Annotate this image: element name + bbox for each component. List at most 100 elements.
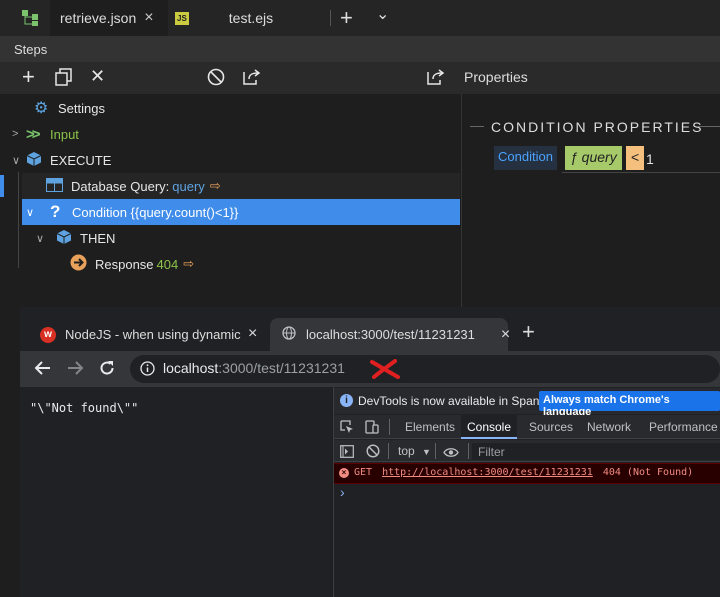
js-file-icon: JS: [175, 11, 189, 25]
condition-properties-title: CONDITION PROPERTIES: [491, 119, 704, 135]
forward-button[interactable]: [66, 359, 84, 382]
tab-network[interactable]: Network: [587, 415, 631, 439]
error-method: GET: [354, 467, 373, 478]
clear-console-icon[interactable]: [366, 444, 380, 463]
tab-close-icon[interactable]: ×: [248, 325, 257, 343]
tab-divider: [389, 419, 390, 435]
export-icon[interactable]: [242, 68, 262, 91]
cube-icon: [26, 151, 50, 170]
reload-button[interactable]: [98, 359, 116, 382]
tree-item-settings[interactable]: ⚙ Settings: [22, 95, 460, 121]
filter-input[interactable]: Filter: [472, 443, 720, 460]
chevron-down-icon[interactable]: ⌄: [376, 4, 389, 24]
query-chip[interactable]: ƒ query: [565, 146, 622, 170]
console-prompt[interactable]: ›: [340, 484, 345, 500]
url-text[interactable]: localhost:3000/test/11231231: [163, 360, 345, 376]
tree-item-execute[interactable]: ∨ EXECUTE: [12, 147, 460, 173]
tab-performance[interactable]: Performance: [649, 415, 718, 439]
site-favicon: w: [40, 326, 56, 343]
chevron-down-icon[interactable]: ∨: [12, 154, 26, 167]
sidebar-toggle-icon[interactable]: [340, 445, 354, 463]
eye-icon[interactable]: [443, 445, 459, 463]
info-icon[interactable]: [140, 361, 155, 381]
response-body: "\"Not found\"": [30, 401, 139, 415]
page-content: [20, 387, 332, 597]
banner-text: DevTools is now available in Spanish!: [358, 394, 559, 408]
tree-item-label: Input: [50, 126, 79, 142]
condition-editor[interactable]: [562, 172, 720, 173]
tab-divider: [435, 443, 436, 459]
query-keyword: query: [172, 178, 205, 194]
chevron-right-icon[interactable]: >: [12, 128, 26, 140]
tab-label: retrieve.json: [60, 10, 137, 26]
error-status: 404 (Not Found): [602, 467, 694, 478]
exit-arrow-icon: ⇨: [183, 256, 195, 271]
device-toolbar-icon[interactable]: [365, 420, 379, 439]
tab-test-ejs[interactable]: JS test.ejs: [175, 0, 295, 36]
exit-arrow-icon: ⇨: [209, 178, 221, 193]
tree-item-database-query[interactable]: Database Query: query ⇨: [22, 173, 460, 199]
tab-divider: [330, 10, 331, 26]
gear-icon: ⚙: [34, 100, 49, 117]
tree-item-label: Condition {{query.count()<1}}: [72, 204, 239, 220]
share-icon[interactable]: [426, 68, 446, 91]
tree-item-label: EXECUTE: [50, 152, 112, 168]
steps-header: Steps: [0, 36, 720, 62]
add-icon[interactable]: +: [22, 64, 35, 90]
tab-close-icon[interactable]: ×: [501, 326, 510, 344]
caret-down-icon: ▼: [422, 447, 431, 457]
always-match-language-button[interactable]: Always match Chrome's language: [539, 391, 720, 418]
tab-console[interactable]: Console: [461, 415, 517, 439]
tree-item-label: Database Query:: [71, 178, 170, 194]
tree-item-response[interactable]: Response 404 ⇨: [70, 251, 460, 277]
url-host: localhost: [163, 360, 219, 376]
tree-guide-line: [18, 172, 19, 268]
tab-retrieve-json[interactable]: retrieve.json ×: [50, 0, 168, 36]
tree-item-condition[interactable]: ∨ ? Condition {{query.count()<1}}: [22, 199, 460, 225]
context-select[interactable]: top ▼: [398, 444, 431, 458]
banner-overflow-button[interactable]: [713, 391, 720, 411]
condition-label: Condition: [494, 146, 557, 170]
input-icon: >>: [26, 125, 41, 143]
error-message: GET http://localhost:3000/test/11231231 …: [354, 467, 693, 478]
inspect-element-icon[interactable]: [340, 420, 354, 439]
question-icon: ?: [50, 202, 61, 221]
error-url-link[interactable]: http://localhost:3000/test/11231231: [382, 467, 593, 478]
table-icon: [46, 177, 71, 195]
red-x-mark-icon: [369, 359, 401, 384]
condition-value[interactable]: 1: [646, 151, 654, 167]
disable-icon[interactable]: [207, 68, 225, 91]
tree-item-label: Settings: [58, 100, 105, 116]
left-accent-bar: [0, 175, 4, 197]
close-icon[interactable]: ×: [144, 9, 153, 27]
operator-chip[interactable]: <: [626, 146, 645, 170]
url-path: :3000/test/11231231: [218, 360, 345, 376]
copy-icon[interactable]: [55, 68, 73, 91]
properties-label: Properties: [464, 69, 528, 85]
tree-item-input[interactable]: > >> Input: [12, 121, 460, 147]
tree-item-then[interactable]: ∨ THEN: [36, 225, 460, 251]
chevron-down-icon[interactable]: ∨: [26, 206, 40, 219]
tab-label: localhost:3000/test/11231231: [306, 327, 475, 342]
delete-icon[interactable]: ✕: [90, 66, 105, 87]
tab-elements[interactable]: Elements: [405, 415, 455, 439]
section-divider: [470, 126, 484, 127]
context-value: top: [398, 444, 415, 458]
steps-toolbar: [0, 62, 720, 94]
arrow-right-circle-icon: [70, 254, 95, 274]
tree-item-label: THEN: [80, 230, 116, 246]
error-icon: ×: [339, 468, 349, 478]
tab-sources[interactable]: Sources: [529, 415, 573, 439]
new-tab-button[interactable]: +: [340, 5, 353, 31]
status-code: 404: [156, 256, 179, 272]
chevron-down-icon[interactable]: ∨: [36, 232, 50, 245]
globe-icon: [282, 326, 296, 343]
tab-divider: [388, 443, 389, 459]
flow-icon: [20, 8, 40, 28]
new-tab-button[interactable]: +: [522, 319, 535, 345]
back-button[interactable]: [34, 359, 52, 382]
browser-tab-localhost[interactable]: localhost:3000/test/11231231 ×: [270, 318, 510, 351]
browser-tab-nodejs[interactable]: w NodeJS - when using dynamic UR: [36, 318, 266, 351]
tab-label: NodeJS - when using dynamic UR: [65, 327, 241, 342]
section-divider: [697, 126, 720, 127]
